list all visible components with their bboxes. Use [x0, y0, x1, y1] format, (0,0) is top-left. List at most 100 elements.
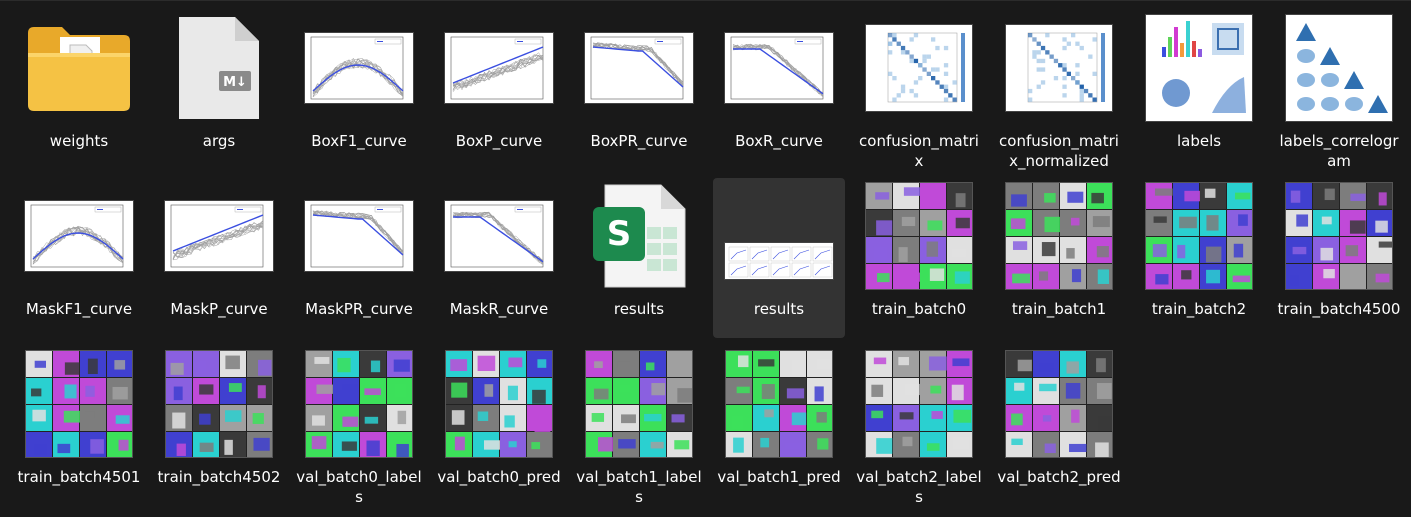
file-thumbnail: M↓: [161, 15, 277, 121]
batch-thumbnail: [585, 350, 693, 458]
file-item[interactable]: train_batch4501: [13, 346, 145, 506]
file-thumbnail: [301, 350, 417, 458]
file-name: val_batch0_labels: [296, 468, 422, 506]
markdown-file-icon: M↓: [179, 17, 259, 119]
curve-thumbnail: [444, 200, 554, 272]
file-thumbnail: [1141, 14, 1257, 122]
file-item[interactable]: val_batch1_labels: [573, 346, 705, 506]
curve-thumbnail: [24, 200, 134, 272]
file-thumbnail: [21, 350, 137, 458]
file-thumbnail: [861, 350, 977, 458]
file-item[interactable]: BoxF1_curve: [293, 10, 425, 170]
file-name: confusion_matrix_normalized: [999, 132, 1119, 170]
file-item[interactable]: results: [713, 178, 845, 338]
file-thumbnail: [301, 183, 417, 289]
file-thumbnail: [441, 350, 557, 458]
file-name: val_batch2_pred: [997, 468, 1121, 486]
file-item[interactable]: MaskF1_curve: [13, 178, 145, 338]
curve-thumbnail: [724, 32, 834, 104]
curve-thumbnail: [304, 200, 414, 272]
file-item[interactable]: weights: [13, 10, 145, 170]
file-thumbnail: [441, 183, 557, 289]
folder-icon: [28, 27, 130, 111]
file-item[interactable]: BoxR_curve: [713, 10, 845, 170]
file-name: confusion_matrix: [859, 132, 979, 170]
file-item[interactable]: val_batch2_labels: [853, 346, 985, 506]
file-name: train_batch4500: [1277, 300, 1401, 318]
file-item[interactable]: train_batch4502: [153, 346, 285, 506]
batch-thumbnail: [725, 350, 833, 458]
file-thumbnail: [721, 15, 837, 121]
file-item[interactable]: MaskR_curve: [433, 178, 565, 338]
curve-thumbnail: [584, 32, 694, 104]
file-name: train_batch0: [871, 300, 967, 318]
file-thumbnail: [1001, 350, 1117, 458]
file-name: train_batch4502: [157, 468, 281, 486]
file-thumbnail: [21, 183, 137, 289]
file-thumbnail: [721, 183, 837, 289]
batch-thumbnail: [165, 350, 273, 458]
file-name: results: [753, 300, 805, 318]
correlogram-thumbnail: [1285, 14, 1393, 122]
file-item[interactable]: confusion_matrix: [853, 10, 985, 170]
batch-thumbnail: [25, 350, 133, 458]
file-thumbnail: [441, 15, 557, 121]
file-thumbnail: [1001, 182, 1117, 290]
batch-thumbnail: [445, 350, 553, 458]
file-thumbnail: [1281, 14, 1397, 122]
file-thumbnail: [861, 182, 977, 290]
file-item[interactable]: BoxP_curve: [433, 10, 565, 170]
file-name: MaskP_curve: [170, 300, 268, 318]
file-name: BoxP_curve: [455, 132, 543, 150]
file-item[interactable]: train_batch2: [1133, 178, 1265, 338]
file-item[interactable]: train_batch1: [993, 178, 1125, 338]
svg-text:S: S: [607, 214, 632, 254]
file-item[interactable]: val_batch0_pred: [433, 346, 565, 506]
file-name: results: [613, 300, 665, 318]
file-thumbnail: [721, 350, 837, 458]
file-name: weights: [49, 132, 109, 150]
batch-thumbnail: [865, 182, 973, 290]
top-divider: [0, 0, 1411, 1]
file-thumbnail: [861, 15, 977, 121]
file-item[interactable]: MaskP_curve: [153, 178, 285, 338]
file-item[interactable]: S results: [573, 178, 705, 338]
file-name: BoxR_curve: [735, 132, 823, 150]
file-thumbnail: [1001, 15, 1117, 121]
batch-thumbnail: [1005, 182, 1113, 290]
file-name: labels: [1176, 132, 1222, 150]
file-name: labels_correlogram: [1279, 132, 1399, 170]
file-item[interactable]: val_batch1_pred: [713, 346, 845, 506]
file-name: val_batch0_pred: [437, 468, 561, 486]
excel-csv-icon: S: [593, 184, 686, 288]
file-thumbnail: [161, 183, 277, 289]
file-name: val_batch1_labels: [576, 468, 702, 506]
file-thumbnail: [1141, 182, 1257, 290]
file-item[interactable]: BoxPR_curve: [573, 10, 705, 170]
matrix-thumbnail: [1005, 24, 1113, 112]
file-item[interactable]: train_batch0: [853, 178, 985, 338]
batch-thumbnail: [1005, 350, 1113, 458]
file-item[interactable]: val_batch2_pred: [993, 346, 1125, 506]
file-item[interactable]: MaskPR_curve: [293, 178, 425, 338]
file-item[interactable]: confusion_matrix_normalized: [993, 10, 1125, 170]
file-name: val_batch2_labels: [856, 468, 982, 506]
file-item[interactable]: train_batch4500: [1273, 178, 1405, 338]
curve-thumbnail: [444, 32, 554, 104]
labels-thumbnail: [1145, 14, 1253, 122]
batch-thumbnail: [1145, 182, 1253, 290]
results-thumbnail: [724, 242, 834, 280]
batch-thumbnail: [865, 350, 973, 458]
file-thumbnail: [301, 15, 417, 121]
file-name: MaskR_curve: [449, 300, 549, 318]
file-item[interactable]: M↓ args: [153, 10, 285, 170]
file-item[interactable]: val_batch0_labels: [293, 346, 425, 506]
file-name: MaskF1_curve: [25, 300, 133, 318]
file-item[interactable]: labels: [1133, 10, 1265, 170]
file-thumbnail: [21, 15, 137, 121]
file-name: train_batch4501: [17, 468, 141, 486]
batch-thumbnail: [305, 350, 413, 458]
file-thumbnail: [161, 350, 277, 458]
file-item[interactable]: labels_correlogram: [1273, 10, 1405, 170]
file-name: BoxPR_curve: [590, 132, 688, 150]
